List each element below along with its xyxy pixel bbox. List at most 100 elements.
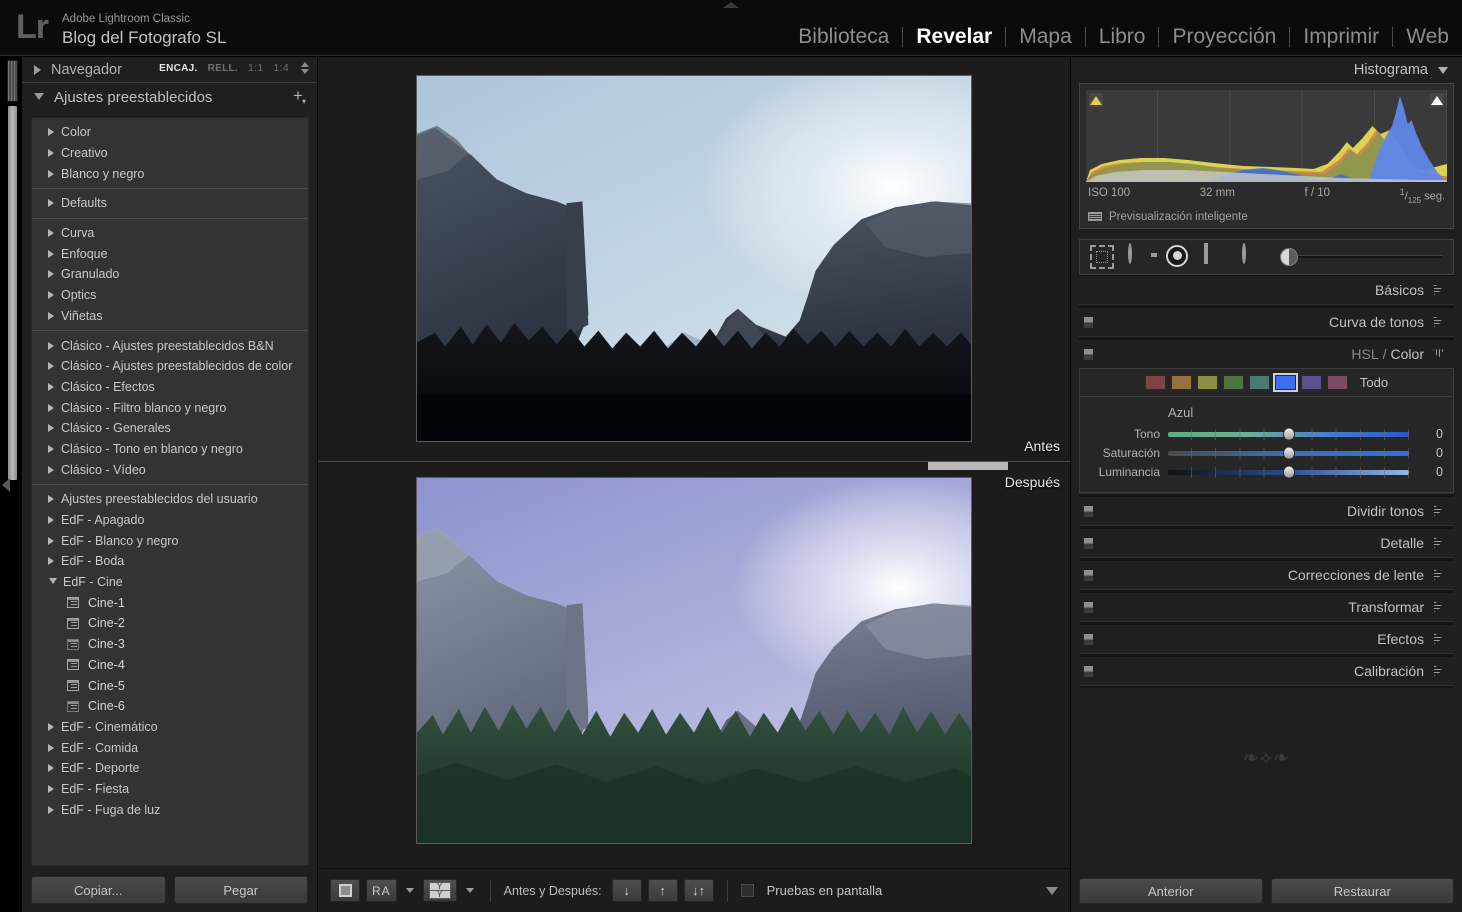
reference-view-button[interactable]: RA [366,879,397,902]
zoom-level-14[interactable]: 1:4 [274,62,290,74]
preset-folder[interactable]: EdF - Comida [32,737,308,758]
spot-removal-tool-icon[interactable] [1128,242,1152,269]
before-pane[interactable]: Antes [318,57,1070,461]
section-label-hsl[interactable]: HSL [1351,346,1378,362]
preset-item[interactable]: Cine-6 [32,696,308,717]
before-photo[interactable] [416,75,972,442]
preset-folder[interactable]: Enfoque [32,243,308,264]
module-libro[interactable]: Libro [1086,25,1159,49]
section-dividir-tonos[interactable]: Dividir tonos [1079,495,1454,525]
module-mapa[interactable]: Mapa [1006,25,1085,49]
chevron-right-icon[interactable] [48,229,54,238]
section-calibracion[interactable]: Calibración [1079,655,1454,685]
loupe-view-button[interactable] [330,879,360,902]
chevron-right-icon[interactable] [48,169,54,178]
slider-value-luminancia[interactable]: 0 [1409,465,1443,479]
preset-item[interactable]: Cine-1 [32,592,308,613]
preset-folder[interactable]: EdF - Cinemático [32,717,308,738]
module-proyeccin[interactable]: Proyección [1159,25,1289,49]
chevron-right-icon[interactable] [48,784,54,793]
preset-item[interactable]: Cine-5 [32,675,308,696]
chevron-right-icon[interactable] [48,743,54,752]
chevron-down-icon[interactable] [49,578,57,588]
smart-preview-status[interactable]: Previsualización inteligente [1086,207,1447,224]
slider-value-tono[interactable]: 0 [1409,427,1443,441]
section-label-color[interactable]: Color [1391,346,1424,362]
histogram-canvas[interactable] [1086,90,1447,182]
chevron-right-icon[interactable] [48,291,54,300]
softproof-checkbox[interactable] [740,884,754,897]
swap-before-after-button[interactable]: ↓↑ [683,879,714,902]
slider-row-luminancia[interactable]: Luminancia 0 [1090,463,1443,482]
chevron-right-icon[interactable] [48,199,54,208]
section-hsl-color[interactable]: HSL / Color [1079,338,1454,368]
module-revelar[interactable]: Revelar [903,25,1005,49]
preset-folder[interactable]: Clásico - Filtro blanco y negro [32,397,308,418]
before-after-viewer[interactable]: Antes Después [318,57,1070,868]
section-transformar[interactable]: Transformar [1079,591,1454,621]
slider-value-saturacion[interactable]: 0 [1409,446,1443,460]
section-switch-icon[interactable] [1083,347,1094,361]
chevron-right-icon[interactable] [1434,569,1443,580]
slider-knob-tono[interactable] [1282,427,1295,441]
toolbar-options-chevron-icon[interactable] [1046,886,1058,895]
preset-folder[interactable]: EdF - Deporte [32,758,308,779]
paste-button[interactable]: Pegar [173,876,308,904]
preset-item[interactable]: Cine-3 [32,634,308,655]
section-switch-icon[interactable] [1083,315,1094,329]
navigator-header[interactable]: Navegador ENCAJ. RELL. 1:1 1:4 [22,57,317,83]
chevron-right-icon[interactable] [48,444,54,453]
reference-view-chevron-icon[interactable] [405,888,414,893]
preset-folder[interactable]: Optics [32,285,308,306]
preset-folder[interactable]: EdF - Boda [32,551,308,572]
top-panel-toggle-icon[interactable] [723,2,739,8]
section-switch-icon[interactable] [1083,536,1094,550]
preset-item[interactable]: Cine-4 [32,655,308,676]
previous-button[interactable]: Anterior [1079,878,1263,904]
chevron-right-icon[interactable] [48,149,54,158]
preset-folder[interactable]: Clásico - Ajustes preestablecidos de col… [32,356,308,377]
chevron-right-icon[interactable] [48,382,54,391]
chevron-right-icon[interactable] [48,362,54,371]
chevron-right-icon[interactable] [48,403,54,412]
section-curva-de-tonos[interactable]: Curva de tonos [1079,306,1454,336]
chevron-down-icon[interactable] [1433,349,1444,359]
chevron-right-icon[interactable] [48,270,54,279]
identity-plate[interactable]: Adobe Lightroom Classic Blog del Fotogra… [62,12,226,48]
chevron-right-icon[interactable] [1434,316,1443,327]
chevron-right-icon[interactable] [48,805,54,814]
chevron-right-icon[interactable] [1434,505,1443,516]
preset-folder[interactable]: Defaults [32,193,308,214]
scrollbar-grip[interactable] [7,60,18,102]
chevron-right-icon[interactable] [48,536,54,545]
copy-button[interactable]: Copiar... [31,876,166,904]
chevron-right-icon[interactable] [1434,537,1443,548]
slider-track-tono[interactable] [1168,427,1409,441]
slider-row-tono[interactable]: Tono 0 [1090,425,1443,444]
section-basicos[interactable]: Básicos [1079,274,1454,304]
module-biblioteca[interactable]: Biblioteca [785,25,902,49]
reset-button[interactable]: Restaurar [1270,878,1454,904]
chevron-right-icon[interactable] [48,722,54,731]
section-efectos[interactable]: Efectos [1079,623,1454,653]
left-panel-collapse-icon[interactable] [2,478,10,492]
slider-row-saturacion[interactable]: Saturación 0 [1090,444,1443,463]
preset-folder[interactable]: EdF - Fuga de luz [32,799,308,820]
after-pane[interactable]: Después [318,462,1070,868]
preset-folder[interactable]: Clásico - Ajustes preestablecidos B&N [32,335,308,356]
adjustment-brush-tool-icon[interactable] [1280,247,1443,266]
hsl-swatch-naranja[interactable] [1170,374,1192,390]
chevron-down-icon[interactable] [34,92,44,105]
section-switch-icon[interactable] [1083,632,1094,646]
zoom-level-rell[interactable]: RELL. [208,63,238,74]
zoom-level-11[interactable]: 1:1 [248,62,264,74]
chevron-right-icon[interactable] [1434,601,1443,612]
chevron-right-icon[interactable] [48,557,54,566]
slider-track-saturacion[interactable] [1168,446,1409,460]
before-after-view-button[interactable]: YY [422,879,457,902]
zoom-stepper-icon[interactable] [301,62,309,74]
hsl-swatch-verde[interactable] [1222,374,1244,390]
preset-folder[interactable]: EdF - Cine [32,572,308,593]
redeye-tool-icon[interactable] [1166,244,1190,269]
module-web[interactable]: Web [1393,25,1462,49]
